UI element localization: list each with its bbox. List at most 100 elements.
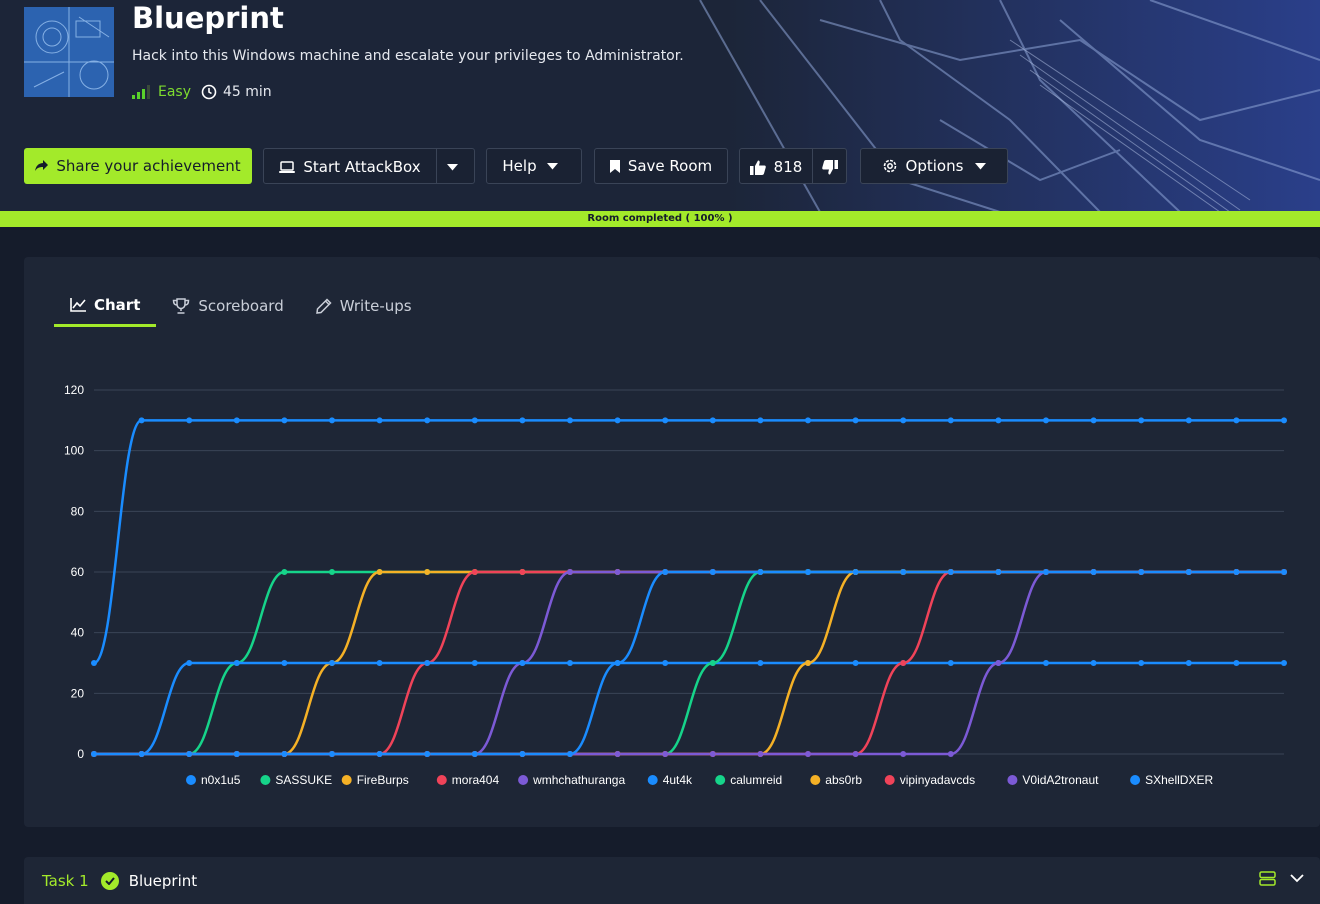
difficulty-icon xyxy=(132,85,150,99)
tab-write-ups-label: Write-ups xyxy=(339,297,412,315)
data-point xyxy=(424,751,431,757)
data-point xyxy=(1043,569,1049,575)
data-point xyxy=(281,569,288,575)
data-point xyxy=(709,417,716,424)
data-point xyxy=(757,660,764,666)
data-point xyxy=(471,751,478,757)
save-room-button[interactable]: Save Room xyxy=(594,148,728,184)
data-point xyxy=(376,417,383,424)
legend-item[interactable]: FireBurps xyxy=(341,773,409,787)
data-point xyxy=(614,660,621,666)
task-header[interactable]: Task 1 Blueprint xyxy=(24,857,1320,904)
tab-scoreboard-label: Scoreboard xyxy=(198,297,284,315)
data-point xyxy=(805,660,811,666)
data-point xyxy=(805,569,811,575)
data-point xyxy=(900,417,907,424)
legend-item[interactable]: SASSUKE xyxy=(260,773,332,787)
data-point xyxy=(662,660,669,666)
help-button[interactable]: Help xyxy=(486,148,582,184)
tab-chart[interactable]: Chart xyxy=(54,285,157,327)
legend-item[interactable]: wmhchathuranga xyxy=(518,773,625,787)
downvote-button[interactable] xyxy=(813,149,847,185)
chart-line-icon xyxy=(70,297,86,312)
task-title: Blueprint xyxy=(128,871,198,890)
data-point xyxy=(1185,569,1192,575)
data-point xyxy=(376,660,383,666)
data-point xyxy=(1043,417,1049,424)
data-point xyxy=(471,569,478,575)
legend-label: V0idA2tronaut xyxy=(1022,773,1099,787)
data-point xyxy=(471,417,478,424)
data-point xyxy=(995,660,1002,666)
clock-icon xyxy=(201,84,217,100)
legend-label: abs0rb xyxy=(825,773,862,787)
data-point xyxy=(757,417,764,424)
legend-item[interactable]: vipinyadavcds xyxy=(884,773,975,787)
data-point xyxy=(805,751,811,757)
data-point xyxy=(1138,569,1145,575)
legend-item[interactable]: n0x1u5 xyxy=(186,773,241,787)
legend-marker xyxy=(518,775,529,785)
legend-marker xyxy=(260,775,271,785)
room-stats-card: 0 20 40 60 80 100 120 n0x1u5 SASSUKE FireBurps mor… xyxy=(24,257,1320,827)
legend-item[interactable]: SXhellDXER xyxy=(1130,773,1213,787)
room-meta: Easy 45 min xyxy=(132,84,272,100)
data-point xyxy=(329,660,335,666)
share-icon xyxy=(35,160,49,171)
tab-scoreboard[interactable]: Scoreboard xyxy=(156,285,299,327)
laptop-icon xyxy=(279,160,296,173)
share-achievement-button[interactable]: Share your achievement xyxy=(24,148,252,184)
legend-item[interactable]: 4ut4k xyxy=(647,773,693,787)
trophy-icon xyxy=(173,298,190,314)
legend-label: FireBurps xyxy=(357,773,409,787)
legend-item[interactable]: mora404 xyxy=(436,773,500,787)
data-point xyxy=(138,417,145,424)
tab-write-ups[interactable]: Write-ups xyxy=(300,285,428,327)
legend-label: SASSUKE xyxy=(275,773,332,787)
legend-marker xyxy=(810,775,821,785)
task-controls xyxy=(1259,871,1304,886)
data-point xyxy=(805,417,811,424)
save-room-label: Save Room xyxy=(627,157,713,175)
data-point xyxy=(186,660,193,666)
gear-icon xyxy=(883,159,896,173)
y-tick-label: 80 xyxy=(71,504,85,518)
data-point xyxy=(662,417,669,424)
data-point xyxy=(281,417,288,424)
data-point xyxy=(947,751,954,757)
legend-item[interactable]: V0idA2tronaut xyxy=(1007,773,1099,787)
y-tick-label: 0 xyxy=(77,747,84,761)
server-icon[interactable] xyxy=(1259,871,1276,886)
attackbox-dropdown-button[interactable] xyxy=(437,149,475,185)
difficulty-label: Easy xyxy=(158,84,192,100)
data-point xyxy=(1281,569,1287,575)
data-point xyxy=(329,417,335,424)
legend-label: wmhchathuranga xyxy=(532,773,625,787)
data-point xyxy=(852,660,859,666)
legend-label: calumreid xyxy=(730,773,782,787)
options-button[interactable]: Options xyxy=(860,148,1008,184)
room-progress-bar: Room completed ( 100% ) xyxy=(0,211,1320,227)
data-point xyxy=(424,660,431,666)
data-point xyxy=(424,417,431,424)
data-point xyxy=(757,569,764,575)
room-thumbnail xyxy=(24,7,114,97)
room-title: Blueprint xyxy=(132,1,284,35)
room-header: Blueprint Hack into this Windows machine… xyxy=(0,0,1320,212)
data-point xyxy=(376,751,383,757)
data-point xyxy=(1233,569,1240,575)
legend-item[interactable]: calumreid xyxy=(715,773,782,787)
completed-check-icon xyxy=(100,871,119,890)
chevron-down-icon[interactable] xyxy=(1290,874,1304,883)
vote-group: 818 xyxy=(739,148,847,184)
data-point xyxy=(519,660,526,666)
legend-item[interactable]: abs0rb xyxy=(810,773,862,787)
upvote-button[interactable]: 818 xyxy=(740,149,812,185)
legend-marker xyxy=(884,775,895,785)
data-point xyxy=(662,751,669,757)
legend-marker xyxy=(436,775,447,785)
data-point xyxy=(947,417,954,424)
progress-label: Room completed ( 100% ) xyxy=(587,213,733,224)
start-attackbox-button[interactable]: Start AttackBox xyxy=(264,149,436,185)
legend-label: n0x1u5 xyxy=(201,773,241,787)
